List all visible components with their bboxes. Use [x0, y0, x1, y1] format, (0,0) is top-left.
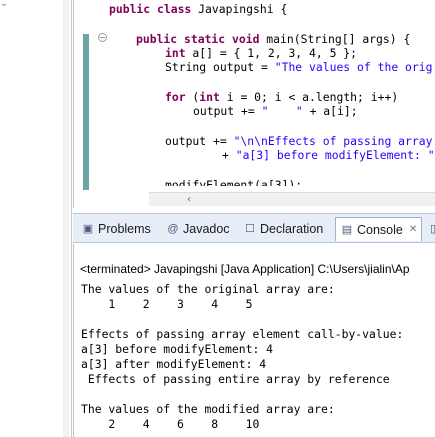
tab-console[interactable]: ▤ Console ✕: [335, 217, 423, 241]
change-marker: [83, 34, 89, 190]
console-output: The values of the original array are: 1 …: [81, 282, 404, 431]
scroll-left-icon[interactable]: ‹: [187, 194, 191, 205]
console-icon: ▤: [341, 223, 353, 236]
fold-toggle-icon[interactable]: −: [98, 33, 107, 42]
code-line: output += " " + a[i];: [193, 104, 358, 118]
tab-declaration[interactable]: ☐ Declaration: [239, 217, 327, 241]
tab-overflow[interactable]: ▯: [422, 217, 435, 241]
code-line: int a[] = { 1, 2, 3, 4, 5 };: [165, 46, 358, 60]
code-line: output += "\n\nEffects of passing array: [165, 134, 433, 148]
editor-gutter: [80, 0, 94, 190]
code-line: String output = "The values of the orig: [165, 60, 433, 74]
code-line: public class Javapingshi {: [109, 2, 288, 16]
declaration-icon: ☐: [245, 223, 255, 235]
close-icon[interactable]: ✕: [409, 219, 417, 241]
tab-label: Console: [357, 222, 403, 237]
code-editor[interactable]: − public class Javapingshi { public stat…: [73, 0, 435, 208]
tab-label: Declaration: [260, 222, 324, 236]
vertical-scrollbar[interactable]: [63, 0, 69, 437]
package-explorer-panel: ⌄: [0, 0, 72, 437]
view-tab-bar: ▣ Problems @ Javadoc ☐ Declaration ▤ Con…: [73, 213, 435, 243]
code-line: for (int i = 0; i < a.length; i++): [165, 90, 399, 104]
console-view[interactable]: <terminated> Javapingshi [Java Applicati…: [73, 244, 435, 437]
chevron-down-icon[interactable]: ⌄: [0, 0, 8, 9]
tab-label: Problems: [98, 222, 151, 236]
console-status-header: <terminated> Javapingshi [Java Applicati…: [80, 262, 410, 276]
code-line: + "a[3] before modifyElement: ": [222, 148, 435, 162]
code-line: modifyElement(a[3]);: [165, 178, 303, 192]
tab-label: Javadoc: [183, 222, 230, 236]
tab-problems[interactable]: ▣ Problems: [77, 217, 155, 241]
problems-icon: ▣: [82, 223, 94, 235]
horizontal-scrollbar[interactable]: ‹: [149, 192, 435, 206]
code-line: public static void main(String[] args) {: [136, 32, 411, 46]
javadoc-icon: @: [167, 223, 179, 235]
tab-javadoc[interactable]: @ Javadoc: [162, 217, 234, 241]
overflow-icon: ▯: [429, 223, 435, 235]
